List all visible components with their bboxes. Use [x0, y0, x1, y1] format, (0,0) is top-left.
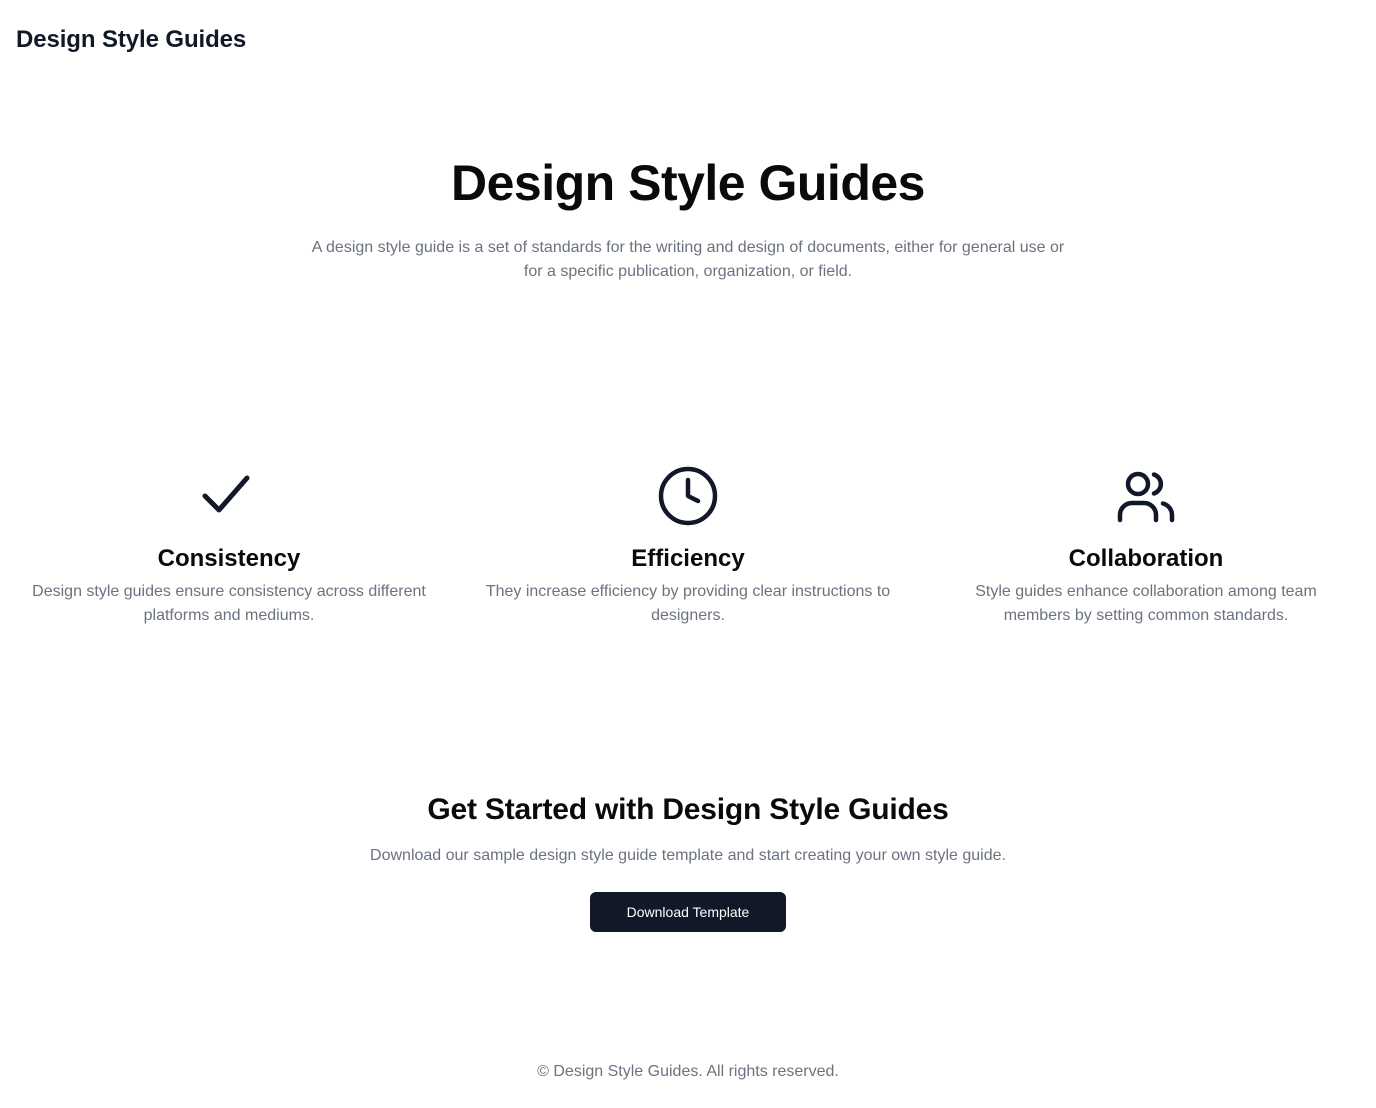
copyright-text: © Design Style Guides. All rights reserv… [537, 1063, 839, 1080]
hero-title: Design Style Guides [451, 155, 925, 211]
cta-description: Download our sample design style guide t… [370, 847, 1006, 864]
hero-description: A design style guide is a set of standar… [311, 239, 1065, 280]
feature-title: Collaboration [1068, 545, 1224, 572]
feature-description: Style guides enhance collaboration among… [975, 583, 1317, 624]
cta-section: Get Started with Design Style Guides Dow… [0, 790, 1376, 932]
site-header: Design Style Guides [16, 26, 246, 54]
feature-description: They increase efficiency by providing cl… [485, 583, 891, 624]
cta-title: Get Started with Design Style Guides [427, 793, 949, 826]
feature-title: Consistency [157, 545, 301, 572]
feature-collaboration: Collaboration Style guides enhance colla… [926, 464, 1366, 628]
feature-consistency: Consistency Design style guides ensure c… [9, 464, 449, 628]
download-template-button[interactable]: Download Template [590, 892, 786, 932]
features-section: Consistency Design style guides ensure c… [0, 464, 1376, 644]
page: Design Style Guides Design Style Guides … [0, 0, 1376, 1108]
clock-icon [656, 464, 720, 528]
users-icon [1114, 464, 1178, 528]
hero-section: Design Style Guides A design style guide… [0, 150, 1376, 284]
feature-title: Efficiency [631, 545, 745, 572]
feature-efficiency: Efficiency They increase efficiency by p… [468, 464, 908, 628]
site-footer: © Design Style Guides. All rights reserv… [0, 1060, 1376, 1084]
feature-description: Design style guides ensure consistency a… [32, 583, 426, 624]
brand-link[interactable]: Design Style Guides [16, 26, 246, 54]
check-icon [197, 464, 261, 528]
